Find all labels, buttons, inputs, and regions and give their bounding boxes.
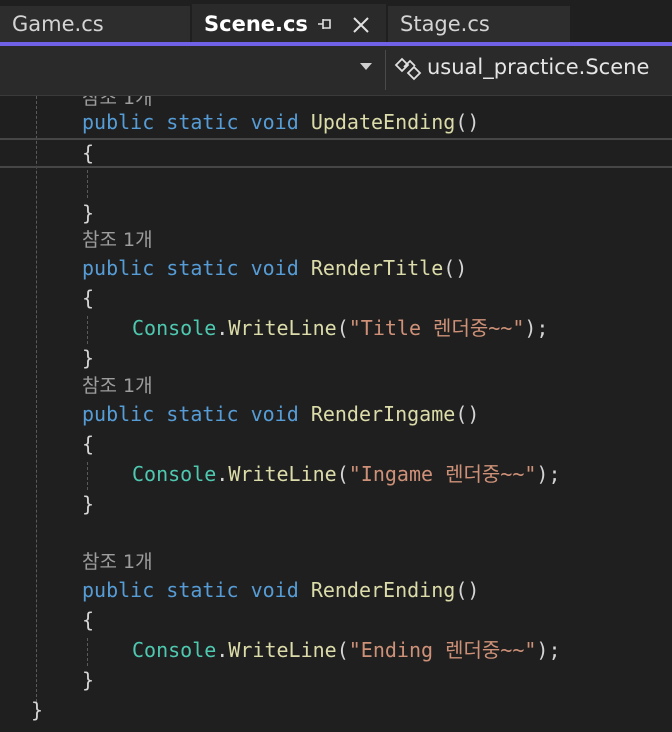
code-line-method-signature: public static void UpdateEnding(): [82, 110, 480, 134]
close-icon[interactable]: [352, 4, 370, 44]
navigation-bar: usual_practice.Scene: [0, 46, 672, 96]
class-dropdown[interactable]: usual_practice.Scene: [386, 46, 672, 95]
class-dropdown-label: usual_practice.Scene: [427, 55, 650, 79]
code-line-method-signature: public static void RenderTitle(): [82, 256, 468, 280]
indent-guide: [87, 316, 88, 344]
code-line-class-close-brace: }: [31, 698, 44, 722]
code-line-statement: Console.WriteLine("Title 렌더중~~");: [132, 316, 549, 340]
tab-stage-cs[interactable]: Stage.cs: [388, 6, 570, 42]
indent-guide: [36, 96, 37, 702]
code-line-open-brace: {: [82, 141, 95, 165]
tab-label: Scene.cs: [204, 12, 308, 36]
code-line-method-signature: public static void RenderIngame(): [82, 402, 480, 426]
indent-guide: [87, 462, 88, 490]
member-dropdown[interactable]: [0, 46, 385, 95]
code-line-open-brace: {: [82, 432, 95, 456]
code-line-close-brace: }: [82, 346, 95, 370]
tab-scene-cs[interactable]: Scene.cs: [192, 4, 386, 42]
tab-label: Stage.cs: [400, 12, 490, 36]
indent-guide: [87, 170, 88, 198]
code-line-open-brace: {: [82, 286, 95, 310]
tab-label: Game.cs: [12, 12, 104, 36]
tab-strip: Game.cs Scene.cs Stage.cs: [0, 0, 672, 42]
code-line-statement: Console.WriteLine("Ending 렌더중~~");: [132, 638, 561, 662]
class-icon: [394, 57, 422, 81]
tab-game-cs[interactable]: Game.cs: [0, 6, 190, 42]
pin-icon[interactable]: [317, 4, 333, 44]
codelens-reference-count[interactable]: 참조 1개: [82, 546, 153, 576]
code-line-open-brace: {: [82, 608, 95, 632]
code-editor[interactable]: 참조 1개 public static void UpdateEnding() …: [0, 96, 672, 732]
codelens-reference-count[interactable]: 참조 1개: [82, 224, 153, 254]
codelens-reference-count[interactable]: 참조 1개: [82, 370, 153, 400]
code-line-close-brace: }: [82, 668, 95, 692]
code-line-statement: Console.WriteLine("Ingame 렌더중~~");: [132, 462, 561, 486]
code-line-close-brace: }: [82, 492, 95, 516]
code-line-method-signature: public static void RenderEnding(): [82, 578, 480, 602]
chevron-down-icon[interactable]: [360, 63, 372, 70]
indent-guide: [87, 638, 88, 666]
current-line-highlight: [0, 138, 672, 168]
